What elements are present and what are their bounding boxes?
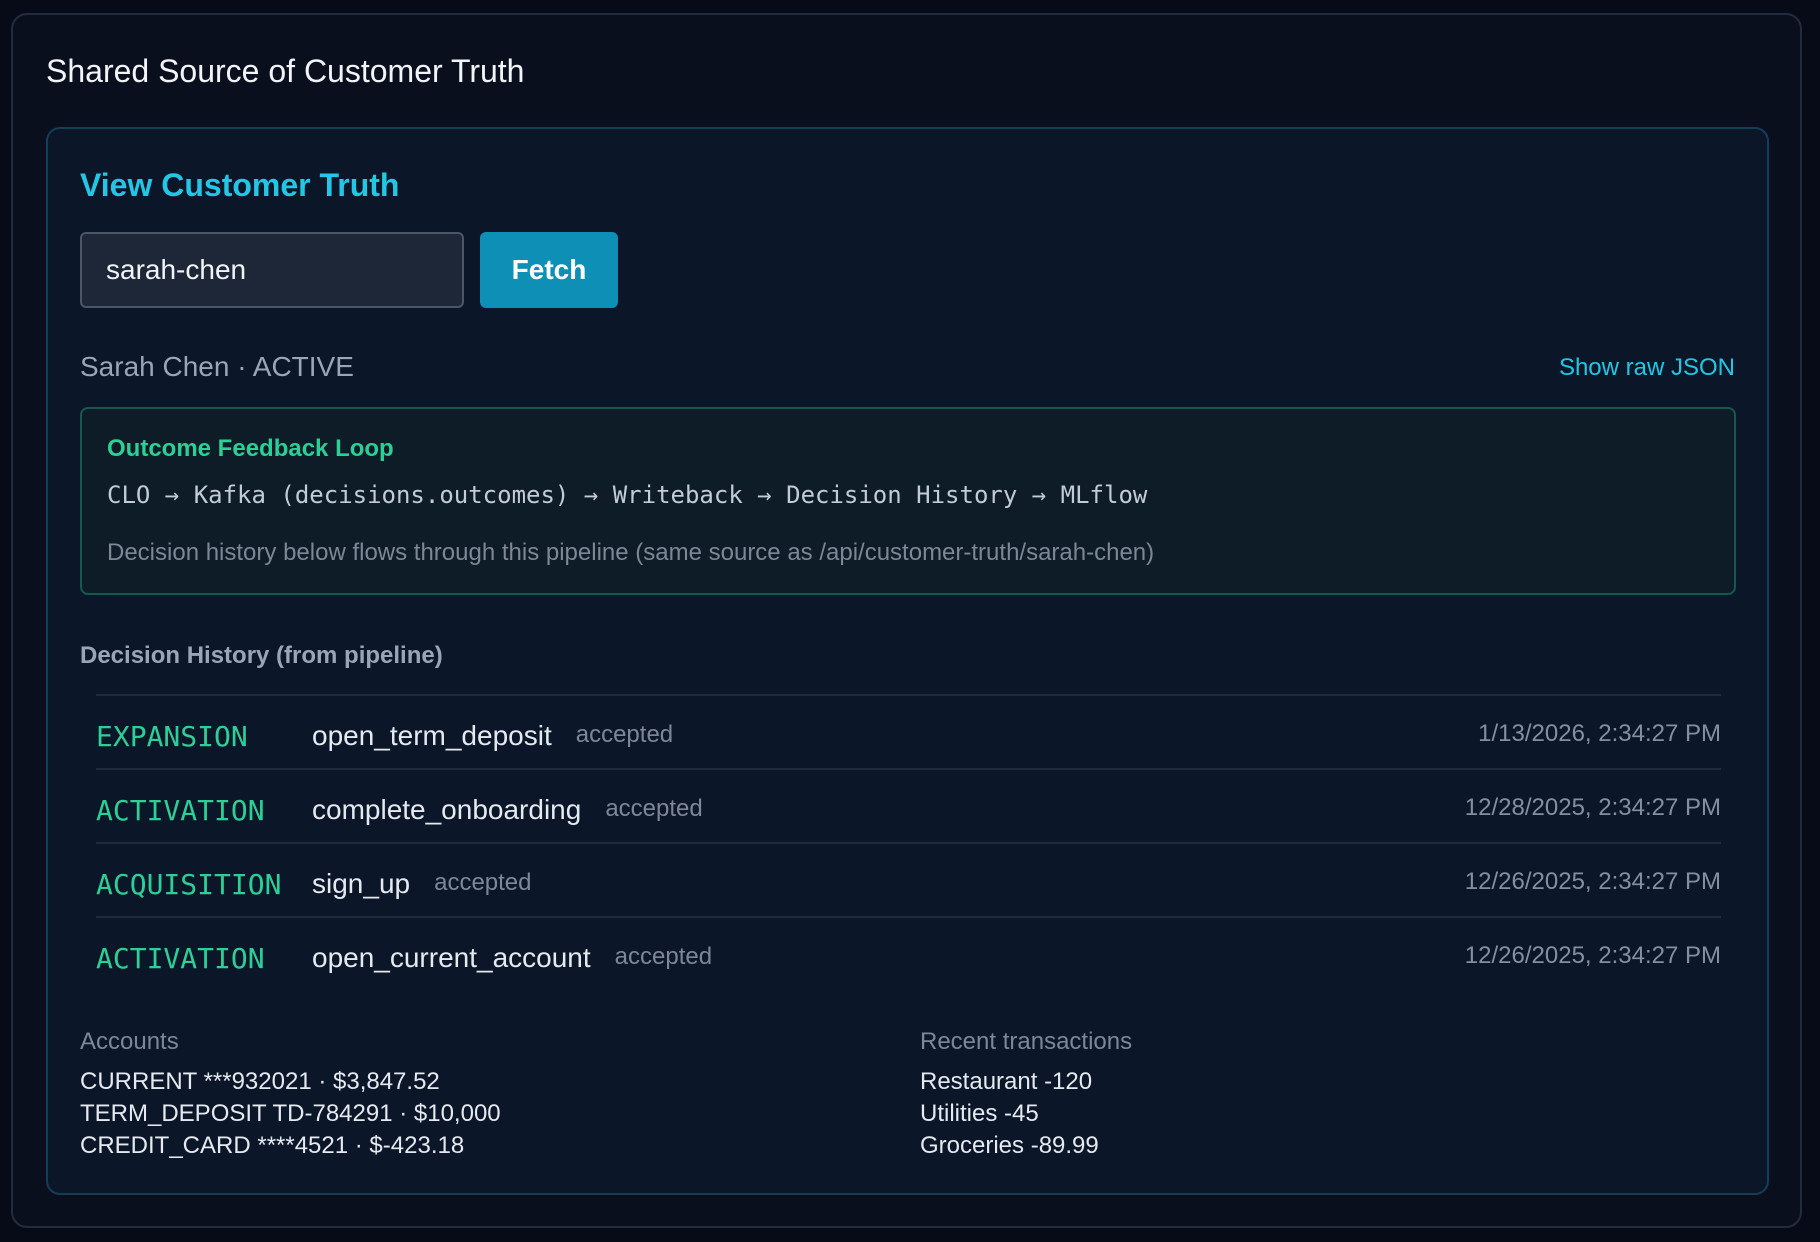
decision-timestamp: 1/13/2026, 2:34:27 PM <box>1478 720 1721 747</box>
decision-row: EXPANSION open_term_deposit accepted 1/13… <box>96 694 1721 768</box>
decision-stage: EXPANSION <box>96 720 248 753</box>
decision-stage: ACTIVATION <box>96 794 265 827</box>
decision-action-group: complete_onboarding accepted <box>312 794 703 826</box>
outcome-feedback-loop: Outcome Feedback Loop CLO → Kafka (decis… <box>80 407 1736 595</box>
decision-status: accepted <box>614 943 713 970</box>
customer-id-input[interactable] <box>80 232 464 308</box>
decision-status: accepted <box>434 869 532 896</box>
decision-status: accepted <box>605 795 703 822</box>
account-item: TERM_DEPOSIT TD-784291 · $10,000 <box>80 1100 501 1127</box>
show-raw-json-link[interactable]: Show raw JSON <box>1559 354 1735 382</box>
pipeline-note: Decision history below flows through thi… <box>107 539 1155 566</box>
accounts-section: Accounts CURRENT ***932021 · $3,847.52 T… <box>80 1028 501 1162</box>
view-customer-truth-card: View Customer Truth Fetch Sarah Chen · A… <box>46 127 1769 1195</box>
decision-action-group: sign_up accepted <box>312 868 532 900</box>
transactions-heading: Recent transactions <box>920 1028 1133 1055</box>
decision-stage: ACTIVATION <box>96 942 265 975</box>
decision-action-group: open_term_deposit accepted <box>312 720 673 752</box>
transaction-item: Utilities -45 <box>920 1100 1039 1127</box>
decision-action: complete_onboarding <box>312 794 582 825</box>
transactions-section: Recent transactions Restaurant -120 Util… <box>920 1028 1132 1162</box>
decision-row: ACTIVATION open_current_account accepted … <box>96 916 1721 990</box>
account-item: CREDIT_CARD ****4521 · $-423.18 <box>80 1132 465 1159</box>
transaction-item: Restaurant -120 <box>920 1068 1093 1095</box>
decision-action: sign_up <box>312 868 411 899</box>
transaction-item: Groceries -89.99 <box>920 1132 1099 1159</box>
account-item: CURRENT ***932021 · $3,847.52 <box>80 1068 440 1095</box>
decision-history-list: EXPANSION open_term_deposit accepted 1/13… <box>96 694 1721 990</box>
customer-truth-panel: Shared Source of Customer Truth View Cus… <box>11 13 1802 1228</box>
decision-action: open_term_deposit <box>312 720 552 751</box>
decision-status: accepted <box>575 721 674 748</box>
decision-history-title: Decision History (from pipeline) <box>80 642 443 669</box>
customer-summary: Sarah Chen · ACTIVE <box>80 351 354 382</box>
card-title: View Customer Truth <box>80 167 400 203</box>
panel-title: Shared Source of Customer Truth <box>46 53 525 89</box>
feedback-loop-title: Outcome Feedback Loop <box>107 435 394 462</box>
decision-timestamp: 12/28/2025, 2:34:27 PM <box>1464 794 1721 821</box>
decision-stage: ACQUISITION <box>96 868 282 901</box>
decision-row: ACQUISITION sign_up accepted 12/26/2025, … <box>96 842 1721 916</box>
decision-row: ACTIVATION complete_onboarding accepted 1… <box>96 768 1721 842</box>
decision-action: open_current_account <box>312 942 591 973</box>
decision-timestamp: 12/26/2025, 2:34:27 PM <box>1464 942 1721 969</box>
fetch-button[interactable]: Fetch <box>480 232 618 308</box>
decision-action-group: open_current_account accepted <box>312 942 712 974</box>
decision-timestamp: 12/26/2025, 2:34:27 PM <box>1464 868 1721 895</box>
pipeline-flow: CLO → Kafka (decisions.outcomes) → Write… <box>107 481 1148 509</box>
accounts-heading: Accounts <box>80 1028 179 1055</box>
